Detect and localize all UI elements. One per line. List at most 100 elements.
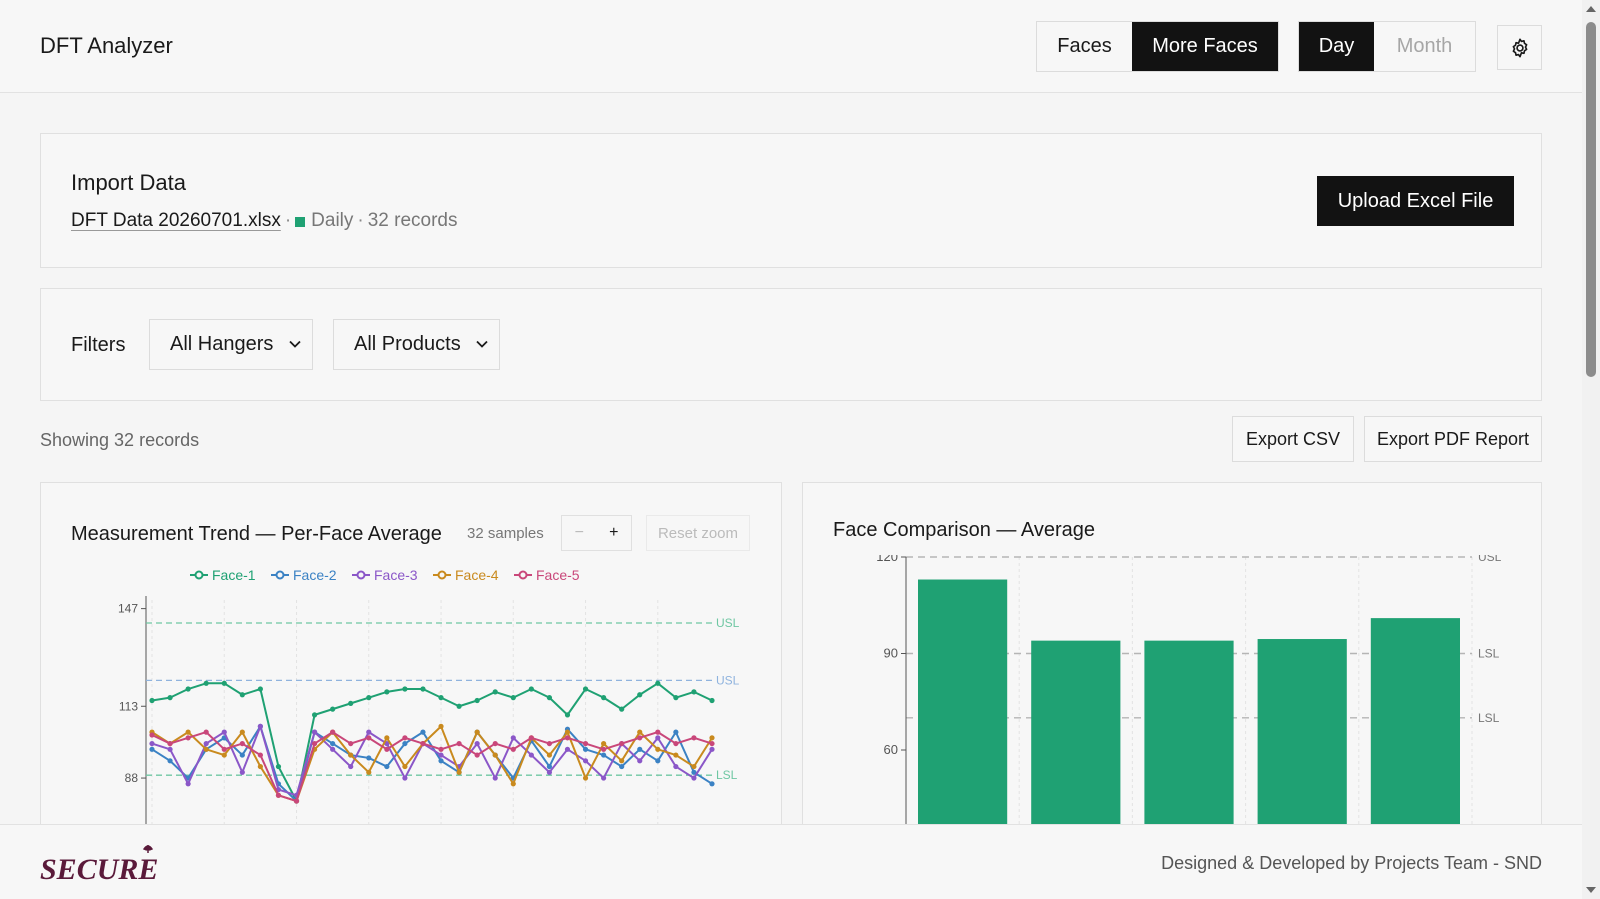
reset-zoom-button[interactable]: Reset zoom <box>646 515 750 551</box>
scroll-thumb[interactable] <box>1586 22 1596 377</box>
data-point <box>637 692 643 698</box>
comparison-chart-title: Face Comparison — Average <box>833 519 1095 541</box>
export-csv-button[interactable]: Export CSV <box>1232 416 1354 462</box>
legend-label: Face-4 <box>455 567 499 583</box>
data-point <box>492 775 498 781</box>
data-point <box>601 740 607 747</box>
data-point <box>691 763 697 770</box>
faces-tab[interactable]: Faces <box>1037 22 1132 71</box>
day-tab[interactable]: Day <box>1299 22 1374 71</box>
data-point <box>637 758 643 764</box>
data-point <box>257 723 263 729</box>
zoom-out-button[interactable]: − <box>562 516 597 550</box>
trend-chart-title: Measurement Trend — Per-Face Average <box>71 523 442 545</box>
data-point <box>239 769 245 775</box>
reference-label: LSL <box>716 768 738 782</box>
data-point <box>221 746 227 752</box>
bar-face-5 <box>1370 618 1460 824</box>
data-point <box>185 729 191 735</box>
data-point <box>438 758 444 764</box>
app-header: DFT Analyzer Faces More Faces Day Month <box>0 0 1582 93</box>
y-tick-label: 90 <box>884 646 898 661</box>
data-point <box>691 689 697 695</box>
data-point <box>257 686 263 692</box>
footer-credit: Designed & Developed by Projects Team - … <box>1161 853 1542 873</box>
y-tick-label: 113 <box>119 699 138 713</box>
data-point <box>655 680 661 686</box>
status-indicator <box>295 217 306 227</box>
data-point <box>384 689 390 695</box>
record-count: 32 records <box>367 210 458 231</box>
bar-face-2 <box>1031 640 1121 824</box>
data-point <box>492 689 498 695</box>
data-point <box>348 740 354 747</box>
app-footer: SECURE Designed & Developed by Projects … <box>0 824 1582 899</box>
hanger-select[interactable]: All Hangers <box>149 319 313 370</box>
data-point <box>691 775 697 781</box>
app-title: DFT Analyzer <box>40 33 173 58</box>
data-point <box>564 735 571 741</box>
file-name-link[interactable]: DFT Data 20260701.xlsx <box>71 210 281 232</box>
more-faces-tab[interactable]: More Faces <box>1132 22 1278 71</box>
data-point <box>601 775 607 781</box>
legend-marker <box>518 570 528 580</box>
data-point <box>492 752 498 758</box>
data-point <box>384 746 390 752</box>
data-point <box>601 695 607 701</box>
zoom-controls: − + <box>561 515 632 551</box>
data-point <box>203 746 209 752</box>
month-tab[interactable]: Month <box>1374 22 1475 71</box>
export-pdf-button[interactable]: Export PDF Report <box>1364 416 1542 462</box>
data-point <box>709 697 715 704</box>
separator: · <box>357 210 364 231</box>
data-point <box>348 752 354 758</box>
data-point <box>402 686 408 692</box>
frequency-label: Daily <box>311 210 354 231</box>
product-select-value: All Products <box>354 333 461 355</box>
data-point <box>564 712 571 718</box>
data-point <box>384 735 390 741</box>
showing-records: Showing 32 records <box>40 430 200 450</box>
period-toggle: Day Month <box>1298 21 1476 72</box>
series-line <box>151 731 713 803</box>
data-point <box>348 700 354 706</box>
data-point <box>510 735 516 741</box>
data-point <box>402 735 408 741</box>
data-point <box>655 735 661 741</box>
gear-icon <box>1512 37 1527 58</box>
data-point <box>348 763 354 770</box>
data-point <box>601 746 607 752</box>
page-scrollbar[interactable] <box>1582 0 1600 899</box>
reference-label: USL <box>1478 555 1502 564</box>
data-point <box>601 752 607 758</box>
data-point <box>673 740 679 747</box>
data-point <box>456 740 462 747</box>
data-point <box>582 758 589 764</box>
scroll-down-arrow[interactable] <box>1586 887 1596 893</box>
data-point <box>167 695 173 701</box>
data-point <box>275 792 282 798</box>
import-title: Import Data <box>71 170 186 195</box>
scroll-up-arrow[interactable] <box>1586 6 1596 12</box>
data-point <box>167 740 173 747</box>
data-point <box>167 746 173 752</box>
reference-label: USL <box>716 673 740 687</box>
settings-button[interactable] <box>1497 25 1542 70</box>
data-point <box>221 752 227 758</box>
brand-logo: SECURE <box>40 845 158 886</box>
legend-item: Face-2 <box>271 567 337 583</box>
data-point <box>546 769 553 775</box>
data-point <box>637 746 643 752</box>
data-point <box>438 695 444 701</box>
data-point <box>582 686 589 692</box>
data-point <box>275 763 282 770</box>
data-point <box>474 752 480 758</box>
zoom-in-button[interactable]: + <box>597 516 632 550</box>
data-point <box>582 775 589 781</box>
upload-excel-button[interactable]: Upload Excel File <box>1317 176 1514 226</box>
legend-marker <box>275 570 285 580</box>
reference-label: LSL <box>1478 711 1500 725</box>
data-point <box>366 769 372 775</box>
product-select[interactable]: All Products <box>333 319 500 370</box>
data-point <box>564 729 571 735</box>
